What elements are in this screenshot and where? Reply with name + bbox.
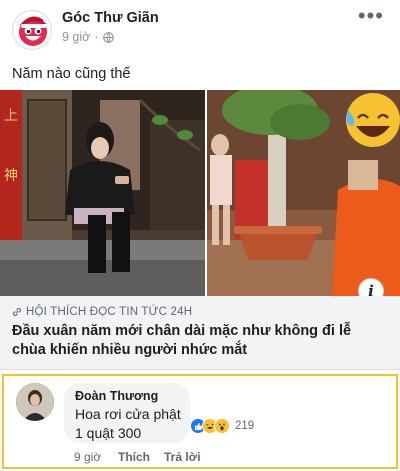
link-source-label: HỘI THÍCH ĐỌC TIN TỨC 24H xyxy=(26,306,193,318)
comment-reactions[interactable]: 219 xyxy=(190,418,254,434)
post-header: Góc Thư Giãn 9 giờ · ••• xyxy=(0,0,400,56)
comment-time: 9 giờ xyxy=(74,450,102,464)
reaction-count: 219 xyxy=(235,420,255,432)
link-title[interactable]: Đầu xuân năm mới chân dài mặc như không … xyxy=(12,322,384,360)
meta-separator: · xyxy=(94,30,99,44)
commenter-avatar[interactable] xyxy=(16,383,54,421)
post-caption: Năm nào cũng thế xyxy=(12,66,131,82)
post-time[interactable]: 9 giờ xyxy=(62,30,90,44)
comment-text-line-1: Hoa rơi cửa phật xyxy=(75,406,181,422)
comment-text-line-2: 1 quật 300 xyxy=(75,425,142,441)
page-name[interactable]: Góc Thư Giãn xyxy=(62,10,159,26)
globe-icon xyxy=(102,31,114,43)
svg-text:上: 上 xyxy=(4,108,18,124)
post-meta: 9 giờ · xyxy=(62,30,114,44)
page-avatar-icon[interactable] xyxy=(12,10,52,50)
wow-reaction-icon xyxy=(214,418,230,434)
link-icon xyxy=(13,308,21,316)
comment-reply-button[interactable]: Trả lời xyxy=(164,450,201,464)
comment-actions: 9 giờ Thích Trả lời xyxy=(74,450,201,464)
comment-like-button[interactable]: Thích xyxy=(118,450,164,464)
link-preview-image[interactable]: 上 神 xyxy=(0,90,400,296)
svg-text:神: 神 xyxy=(4,168,18,184)
more-icon[interactable]: ••• xyxy=(358,5,384,27)
comment-author[interactable]: Đoàn Thương xyxy=(75,389,158,403)
link-preview-box[interactable]: HỘI THÍCH ĐỌC TIN TỨC 24H Đầu xuân năm m… xyxy=(0,296,400,370)
link-source: HỘI THÍCH ĐỌC TIN TỨC 24H xyxy=(12,306,192,318)
